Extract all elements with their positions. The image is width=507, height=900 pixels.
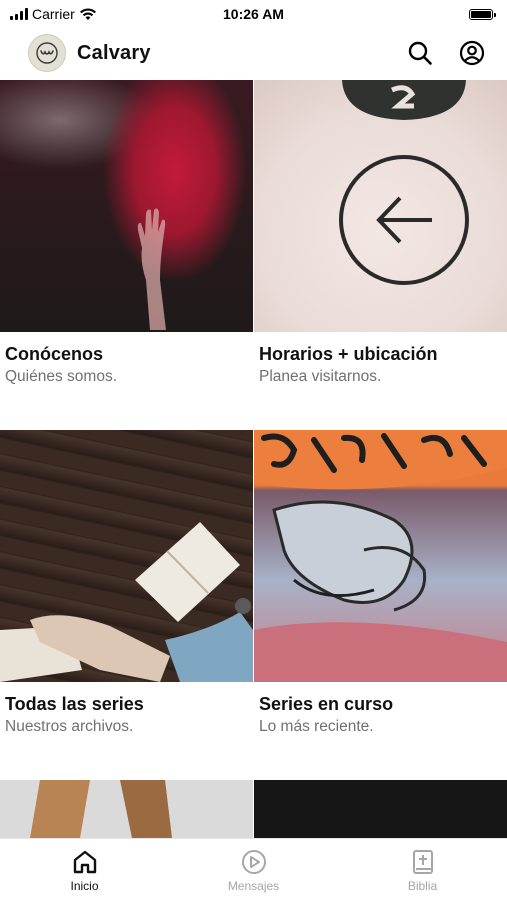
card-subtitle: Lo más reciente. [259, 718, 374, 735]
tab-label: Biblia [407, 879, 438, 893]
tab-mensajes[interactable]: Mensajes [169, 839, 338, 900]
card-partial-right[interactable] [254, 780, 507, 838]
card-subtitle: Quiénes somos. [5, 368, 117, 385]
card-title: Series en curso [259, 694, 394, 714]
bible-reading-image [0, 430, 253, 682]
profile-icon[interactable] [457, 38, 487, 68]
search-icon[interactable] [405, 38, 435, 68]
bible-icon [412, 850, 433, 874]
calvary-logo-icon[interactable] [28, 34, 66, 72]
comic-art-image [254, 430, 507, 682]
home-icon [73, 850, 96, 874]
sign-image [254, 80, 507, 332]
card-title: Conócenos [5, 344, 104, 364]
card-subtitle: Nuestros archivos. [5, 718, 134, 735]
dark-image [254, 780, 507, 838]
card-todas-series[interactable]: Todas las series Nuestros archivos. [0, 430, 253, 736]
card-partial-left[interactable] [0, 780, 253, 838]
wifi-icon [79, 7, 96, 20]
card-subtitle: Planea visitarnos. [259, 368, 382, 385]
status-bar: Carrier 10:26 AM [0, 0, 507, 28]
app-header: Calvary [0, 28, 507, 78]
tab-bar: Inicio Mensajes Biblia [0, 838, 507, 900]
battery-icon [469, 8, 496, 20]
tab-label: Inicio [70, 879, 99, 893]
header-actions [405, 38, 487, 68]
card-conocenos[interactable]: Conócenos Quiénes somos. [0, 80, 253, 386]
card-title: Todas las series [5, 694, 144, 714]
app-title: Calvary [77, 41, 151, 64]
carrier-label: Carrier [32, 6, 75, 22]
street-image [0, 780, 253, 838]
card-title: Horarios + ubicación [259, 344, 438, 364]
status-left: Carrier [10, 6, 97, 22]
play-circle-icon [241, 850, 266, 874]
card-series-en-curso[interactable]: Series en curso Lo más reciente. [254, 430, 507, 736]
tab-inicio[interactable]: Inicio [0, 839, 169, 900]
worship-image [0, 80, 253, 332]
tab-biblia[interactable]: Biblia [338, 839, 507, 900]
signal-icon [10, 8, 28, 20]
card-horarios[interactable]: Horarios + ubicación Planea visitarnos. [254, 80, 507, 386]
tab-label: Mensajes [227, 879, 280, 893]
